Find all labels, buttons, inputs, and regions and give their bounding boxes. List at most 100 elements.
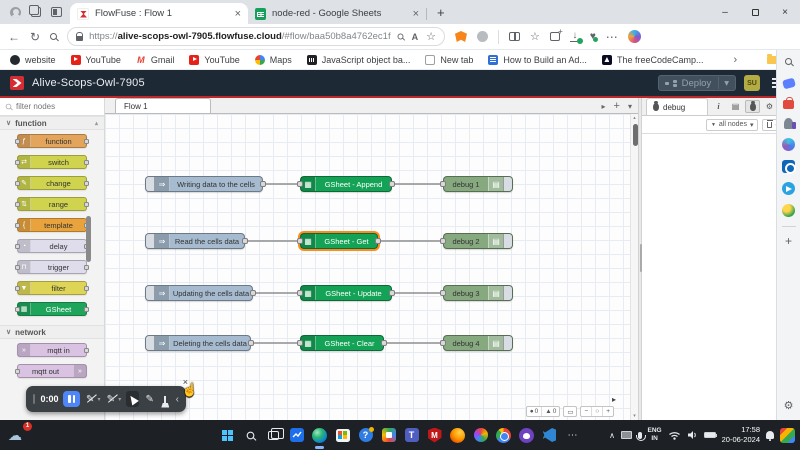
inject-node[interactable]: ⇒ Updating the cells data [145,285,253,301]
firefox-icon[interactable] [449,427,466,444]
debug-node[interactable]: debug 2 ▤ [443,233,513,249]
corner-widget-icon[interactable] [780,428,795,443]
bookmark-website[interactable]: website [10,55,56,65]
debug-toggle-button[interactable] [503,336,512,350]
input-port[interactable] [297,340,303,346]
zoom-reset-button[interactable]: ○ [592,407,603,416]
zoom-out-button[interactable]: − [581,407,592,416]
window-minimize-button[interactable]: – [710,0,740,24]
output-port[interactable] [260,181,266,187]
new-tab-button[interactable]: + [427,5,455,20]
input-port[interactable] [297,290,303,296]
vscode-icon[interactable] [541,427,558,444]
copilot-icon[interactable] [628,30,641,43]
browser-tab-flowfuse[interactable]: FlowFuse : Flow 1 × [70,3,248,24]
taskbar-search-icon[interactable] [242,427,259,444]
bookmark-freecodecamp[interactable]: The freeCodeCamp... [602,55,704,65]
debug-toggle-button[interactable] [503,286,512,300]
zoom-icon[interactable] [397,34,403,40]
palette-node-gsheet[interactable]: ▦GSheet [17,302,87,316]
palette-category-network[interactable]: ∨ network [0,325,104,339]
window-maximize-button[interactable] [740,0,770,24]
flow-menu-caret[interactable]: ▾ [628,102,632,111]
tab-actions-icon[interactable] [51,7,62,17]
output-port[interactable] [250,290,256,296]
input-port[interactable] [440,340,446,346]
edge-taskbar-icon[interactable] [311,427,328,444]
user-avatar[interactable]: SU [744,75,760,91]
input-port[interactable] [440,290,446,296]
sidebar-search-icon[interactable] [782,55,795,68]
gsheet-update-node[interactable]: ▦ GSheet - Update [300,285,392,301]
zoom-in-button[interactable]: + [603,407,613,416]
get-help-icon[interactable]: ? [357,427,374,444]
highlighter-tool-disabled-icon[interactable]: ✎ [106,391,117,407]
reload-button[interactable]: ↻ [30,30,40,44]
notifications-bell-icon[interactable] [766,431,774,439]
palette-node-trigger[interactable]: ⊓trigger [17,260,87,274]
collapse-toolbar-chevron[interactable]: ‹ [176,394,179,405]
palette-search[interactable] [0,98,104,116]
task-view-icon[interactable] [265,427,282,444]
games-ball-icon[interactable] [782,204,795,217]
input-port[interactable] [297,238,303,244]
sidebar-settings-icon[interactable]: ⚙ [784,399,794,412]
search-icon[interactable] [50,33,57,40]
favorites-list-icon[interactable]: ☆ [530,30,540,43]
bookmark-youtube[interactable]: YouTube [71,55,121,65]
debug-toggle-button[interactable] [503,234,512,248]
weather-widget[interactable]: ☁ 1 [8,424,30,446]
palette-node-switch[interactable]: ⇄switch [17,155,87,169]
palette-category-function[interactable]: ∨ function ▴ [0,116,104,130]
palette-search-input[interactable] [16,102,96,111]
debug-tab-icon[interactable] [745,100,760,113]
error-count[interactable]: ●0 [527,407,543,416]
cursor-tool-selected[interactable] [126,391,139,407]
pause-button[interactable] [63,391,79,407]
sidebar-splitter[interactable] [638,98,642,420]
bookmark-youtube-2[interactable]: YouTube [189,55,239,65]
flow-tab[interactable]: Flow 1 [115,98,211,113]
output-port[interactable] [389,181,395,187]
tray-hidden-icons-chevron[interactable]: ∧ [609,431,615,440]
palette-node-template[interactable]: {template [17,218,87,232]
inject-button[interactable] [146,234,155,248]
palette-node-function[interactable]: ƒfunction [17,134,87,148]
pinwheel-app-icon[interactable] [472,427,489,444]
extension-icon[interactable] [477,31,488,42]
debug-node[interactable]: debug 4 ▤ [443,335,513,351]
palette-node-range[interactable]: ⇅range [17,197,87,211]
read-aloud-icon[interactable]: A [412,32,419,42]
warning-count[interactable]: ▲0 [542,407,559,416]
address-bar[interactable]: https://alive-scops-owl-7905.flowfuse.cl… [67,27,445,46]
mcafee-icon[interactable]: M [426,427,443,444]
outlook-icon[interactable] [782,160,795,173]
m365-copilot-icon[interactable] [782,138,795,151]
palette-scrollbar-thumb[interactable] [86,216,91,262]
battery-icon[interactable] [704,432,716,439]
deploy-options-caret[interactable]: ▾ [724,78,729,89]
canvas-vertical-scrollbar[interactable]: ▴ ▾ [630,114,638,420]
browser-profile-icon[interactable] [10,7,21,18]
palette-scroll-up-icon[interactable]: ▴ [95,120,98,127]
shopping-tag-icon[interactable] [782,78,796,90]
input-port[interactable] [297,181,303,187]
inject-node[interactable]: ⇒ Deleting the cells data [145,335,251,351]
bookmark-js-object[interactable]: JavaScript object ba... [307,55,411,65]
shopping-bag-icon[interactable] [783,100,794,109]
collections-icon[interactable] [550,32,560,41]
bookmark-how-to-build[interactable]: How to Build an Ad... [488,55,587,65]
config-tab-icon[interactable]: ⚙ [762,100,777,113]
flow-list-icon[interactable]: ▸ [602,102,606,111]
gsheet-clear-node[interactable]: ▦ GSheet - Clear [300,335,384,351]
scroll-down-arrow[interactable]: ▾ [631,413,638,419]
github-desktop-icon[interactable] [518,427,535,444]
meet-camera-icon[interactable] [380,427,397,444]
output-port[interactable] [248,340,254,346]
clock-widget[interactable]: 17:5820-06-2024 [722,425,760,445]
scrollbar-thumb[interactable] [633,124,638,146]
gsheet-append-node[interactable]: ▦ GSheet - Append [300,176,392,192]
inject-button[interactable] [146,177,155,191]
start-button[interactable] [219,427,236,444]
output-port[interactable] [381,340,387,346]
